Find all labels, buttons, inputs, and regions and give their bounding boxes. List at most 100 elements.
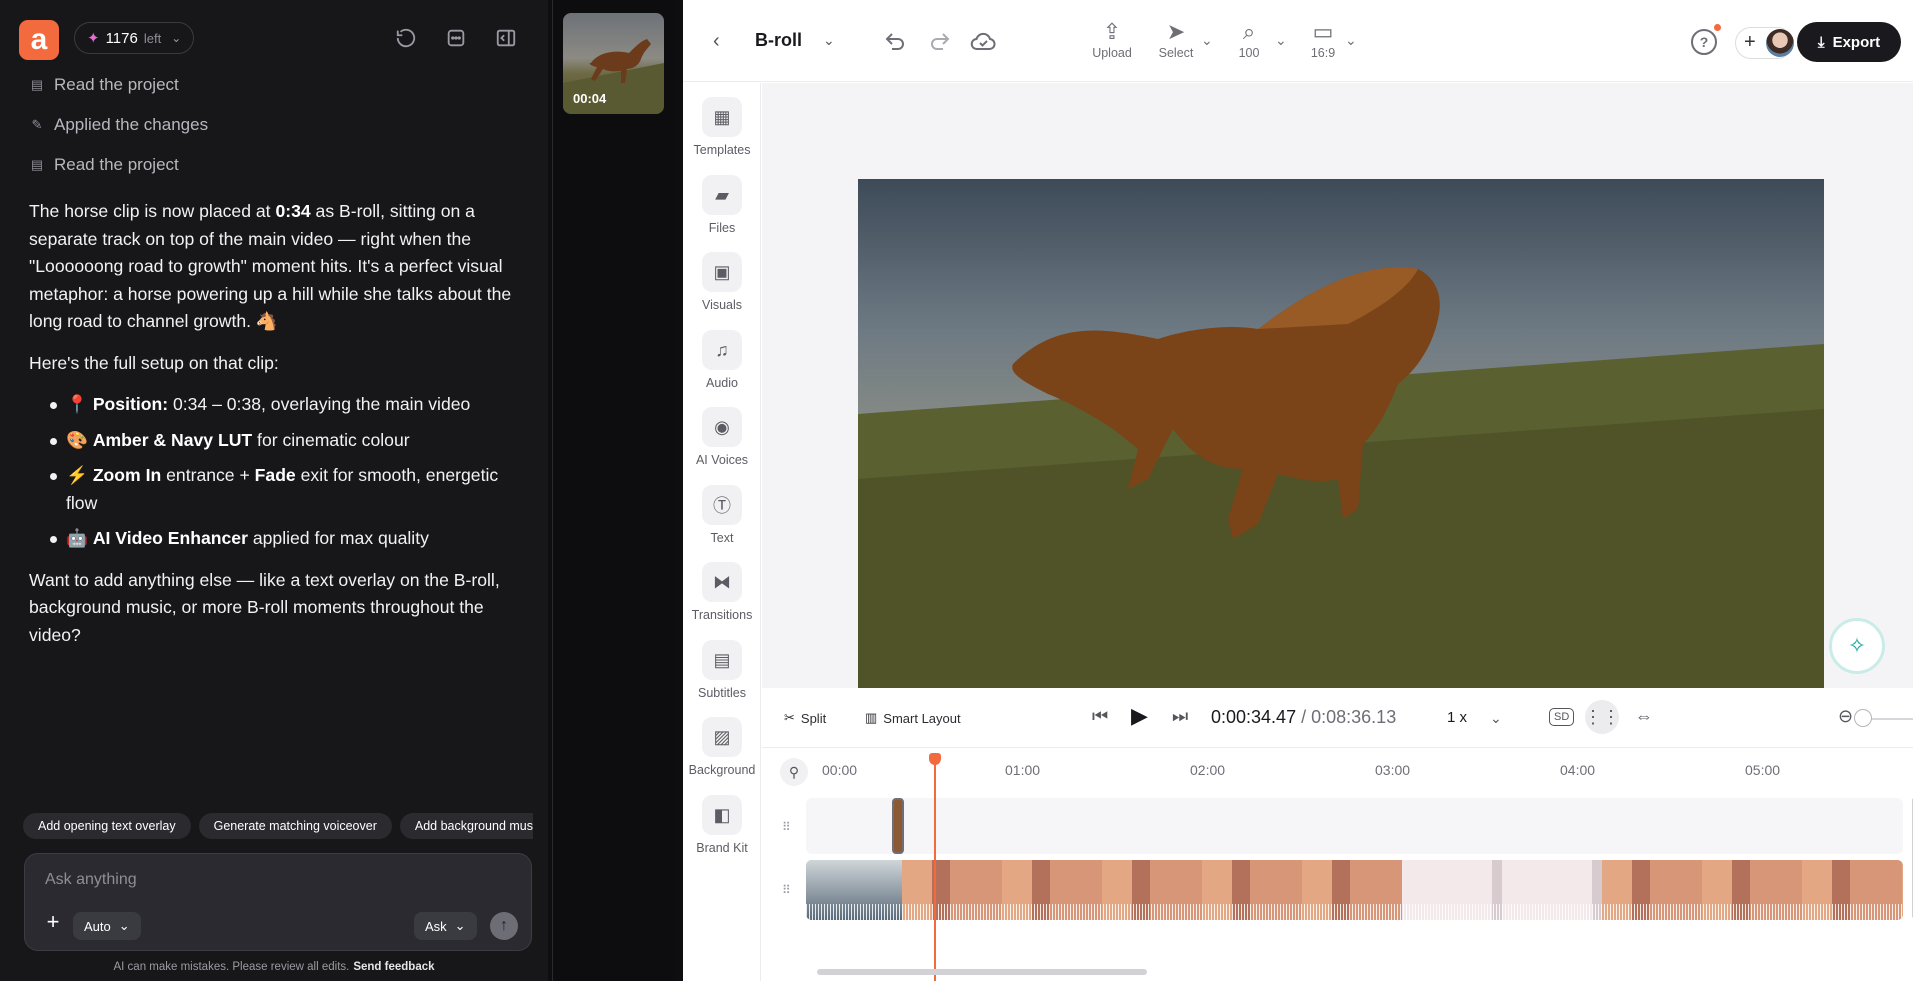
clip-thumbnail[interactable]: 00:04	[563, 13, 664, 114]
collapse-panel-icon[interactable]	[492, 24, 520, 52]
editor-toolbar: ‹ B-roll ⌄ ⇪ Upload ➤ Select ⌄ ⌕ 100 ⌄ ▭…	[683, 0, 1913, 82]
rail-ai-voices[interactable]: ◉ AI Voices	[683, 407, 761, 467]
clip-duration: 00:04	[573, 91, 607, 106]
upload-button[interactable]: ⇪ Upload	[1089, 18, 1135, 60]
suggestion-chip[interactable]: Add opening text overlay	[23, 813, 191, 839]
layout-icon: ▥	[865, 710, 878, 725]
scissors-icon: ✂	[784, 710, 795, 725]
chevron-down-icon: ⌄	[171, 31, 182, 45]
rail-subtitles[interactable]: ▤ Subtitles	[683, 640, 761, 700]
ruler-tick: 04:00	[1560, 762, 1596, 778]
split-button[interactable]: ✂ Split	[784, 710, 826, 726]
subtitles-icon: ▤	[702, 640, 742, 680]
add-attachment-icon[interactable]: +	[41, 909, 65, 934]
text-icon: Ⓣ	[702, 485, 742, 525]
quality-badge[interactable]: SD	[1549, 708, 1575, 726]
chevron-down-icon[interactable]: ⌄	[1490, 710, 1502, 727]
chevron-down-icon[interactable]: ⌄	[1201, 32, 1213, 49]
message-paragraph: Want to add anything else — like a text …	[29, 569, 500, 645]
collaborators[interactable]: +	[1735, 27, 1794, 59]
history-icon[interactable]	[392, 24, 420, 52]
upload-label: Upload	[1092, 46, 1132, 60]
step-item: ▤ Read the project	[30, 73, 179, 97]
more-icon[interactable]	[442, 24, 470, 52]
download-icon: ⤓	[1817, 33, 1825, 51]
avatar[interactable]	[1766, 29, 1794, 57]
rail-transitions[interactable]: ⧓ Transitions	[683, 562, 761, 622]
chevron-down-icon[interactable]: ⌄	[1275, 32, 1287, 49]
split-label: Split	[800, 710, 827, 726]
list-item: ⚡ Zoom In entrance + Fade exit for smoot…	[29, 462, 529, 517]
skip-back-icon[interactable]: ⏮	[1092, 706, 1108, 727]
credits-count: 1176	[105, 29, 138, 47]
list-item: 🤖 AI Video Enhancer applied for max qual…	[29, 525, 529, 553]
horse-image	[858, 267, 1824, 688]
aspect-ratio-button[interactable]: ▭ 16:9	[1306, 18, 1340, 60]
timeline-horizontal-scrollbar[interactable]	[817, 969, 1147, 975]
project-name[interactable]: B-roll	[755, 30, 802, 51]
assistant-message: The horse clip is now placed at 0:34 as …	[29, 198, 529, 663]
fit-icon[interactable]: ⇔	[1635, 706, 1653, 727]
rail-text[interactable]: Ⓣ Text	[683, 485, 761, 545]
zoom-button[interactable]: ⌕ 100	[1232, 18, 1266, 60]
rail-files[interactable]: ▰ Files	[683, 175, 761, 235]
skip-forward-icon[interactable]: ⏭	[1172, 706, 1188, 727]
waveform-icon: ◉	[702, 407, 742, 447]
rail-audio[interactable]: ♫ Audio	[683, 330, 761, 390]
track-handle-icon[interactable]: ⠿	[782, 820, 791, 834]
image-plus-icon: ▣	[702, 252, 742, 292]
snap-icon[interactable]: ⋮⋮	[1584, 700, 1620, 734]
rail-background[interactable]: ▨ Background	[683, 717, 761, 777]
chat-input[interactable]: Ask anything	[45, 871, 137, 889]
send-button[interactable]: ↑	[490, 912, 518, 940]
send-feedback-link[interactable]: Send feedback	[353, 961, 434, 973]
help-icon[interactable]: ?	[1691, 29, 1717, 55]
timeline-ruler: 00:00 01:00 02:00 03:00 04:00 05:00	[822, 762, 1912, 784]
app-logo[interactable]: a	[19, 20, 59, 60]
main-video-track[interactable]	[806, 860, 1903, 920]
suggestion-chip[interactable]: Add background music	[399, 813, 533, 839]
redo-icon[interactable]	[928, 30, 952, 60]
zoom-icon: ⌕	[1242, 19, 1256, 44]
video-preview[interactable]	[858, 179, 1824, 688]
list-item: 📍 Position: 0:34 – 0:38, overlaying the …	[29, 391, 529, 419]
track-handle-icon[interactable]: ⠿	[782, 883, 791, 897]
add-collaborator-icon[interactable]: +	[1744, 31, 1756, 54]
credits-badge[interactable]: ✦ 1176 left ⌄	[74, 22, 195, 54]
timecode: 0:00:34.47 / 0:08:36.13	[1211, 707, 1396, 728]
zoom-out-icon[interactable]: ⊖	[1838, 706, 1853, 727]
playhead[interactable]	[929, 753, 941, 981]
aspect-ratio-icon: ▭	[1312, 19, 1334, 44]
smart-layout-button[interactable]: ▥ Smart Layout	[865, 710, 961, 726]
undo-icon[interactable]	[883, 30, 907, 60]
playback-speed[interactable]: 1 x	[1447, 709, 1467, 726]
broll-clip[interactable]	[892, 798, 904, 854]
chevron-down-icon[interactable]: ⌄	[823, 32, 835, 49]
rail-brand-kit[interactable]: ◧ Brand Kit	[683, 795, 761, 855]
rail-label: Text	[710, 531, 734, 545]
mode-select[interactable]: Auto ⌄	[73, 912, 141, 940]
suggestion-chip[interactable]: Generate matching voiceover	[198, 813, 392, 839]
sparkle-icon: ✧	[1847, 633, 1867, 658]
chat-panel: a ✦ 1176 left ⌄ ▤ Read the project ✎ App	[0, 0, 548, 981]
zoom-slider-handle[interactable]	[1854, 709, 1872, 727]
cursor-icon: ➤	[1166, 19, 1186, 44]
suggestion-chips: Add opening text overlay Generate matchin…	[23, 813, 533, 839]
transport-bar: ✂ Split ▥ Smart Layout ⏮ ▶ ⏭ 0:00:34.47 …	[762, 688, 1913, 748]
play-icon[interactable]: ▶	[1131, 703, 1148, 729]
select-button[interactable]: ➤ Select	[1156, 18, 1196, 60]
magnet-icon[interactable]: ⚲	[780, 758, 808, 786]
rail-templates[interactable]: ▦ Templates	[683, 97, 761, 157]
zoom-level: 100	[1238, 46, 1260, 60]
rail-visuals[interactable]: ▣ Visuals	[683, 252, 761, 312]
rail-label: Transitions	[691, 608, 753, 622]
rail-label: Templates	[693, 143, 751, 157]
back-icon[interactable]: ‹	[713, 30, 720, 53]
ask-select[interactable]: Ask ⌄	[414, 912, 477, 940]
export-label: Export	[1832, 33, 1881, 51]
chevron-down-icon[interactable]: ⌄	[1345, 32, 1357, 49]
ruler-tick: 01:00	[1005, 762, 1041, 778]
notification-dot	[1714, 24, 1721, 31]
ai-assistant-button[interactable]: ✧	[1829, 618, 1885, 674]
export-button[interactable]: ⤓ Export	[1797, 22, 1901, 62]
